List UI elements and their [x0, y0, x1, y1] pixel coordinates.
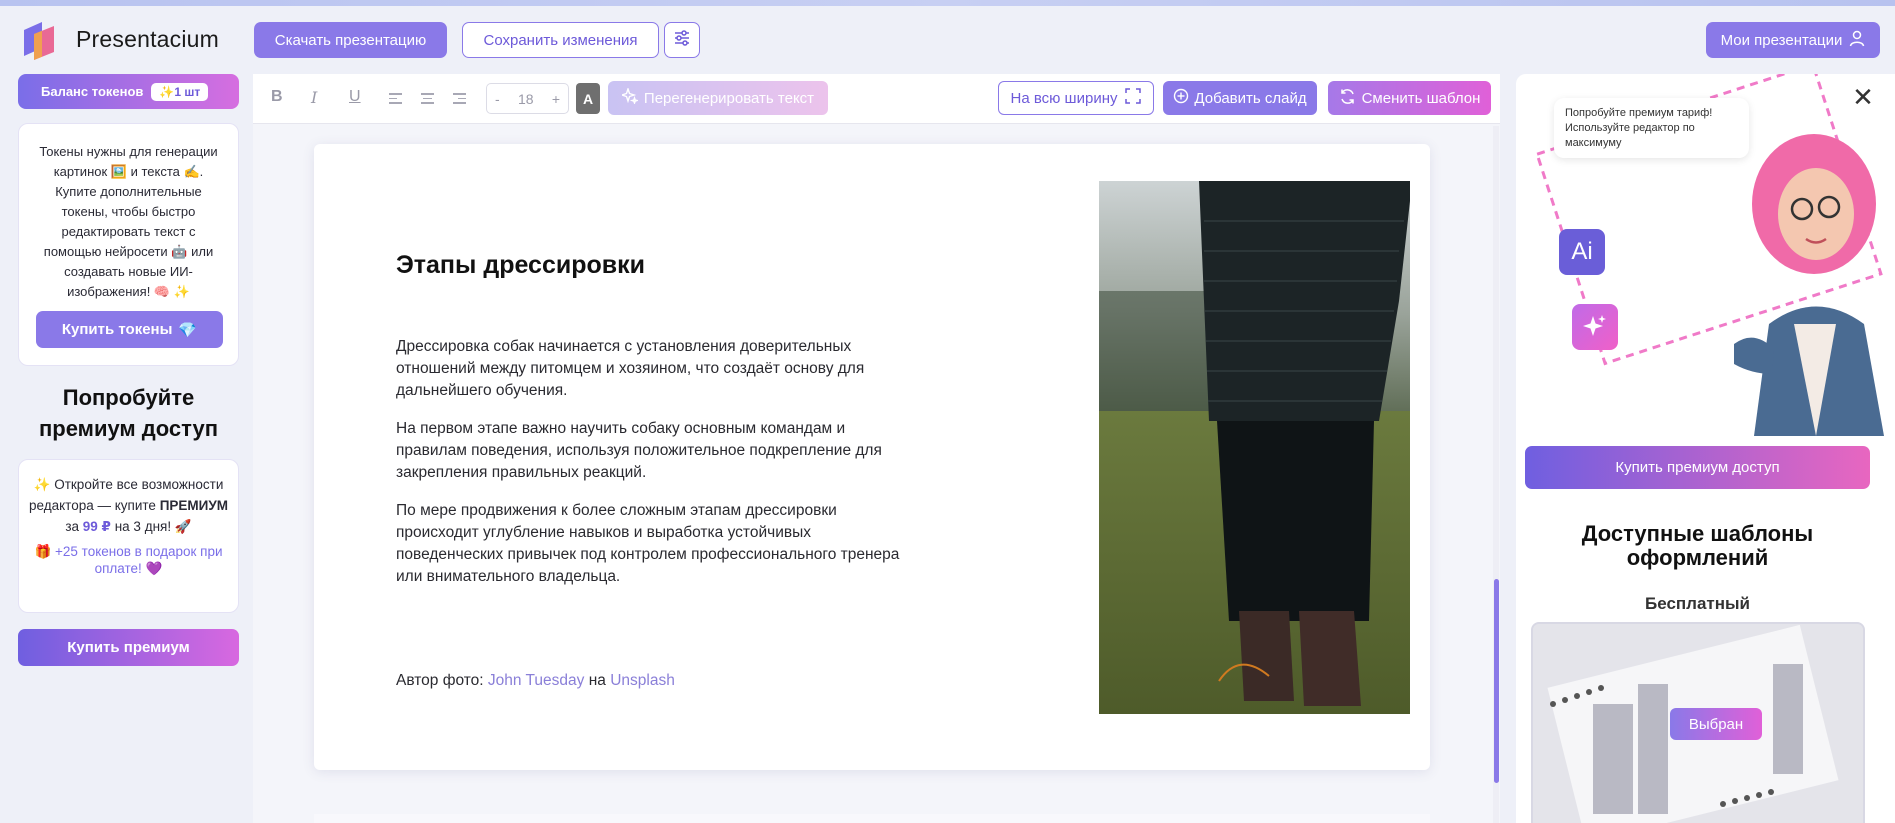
editor-toolbar: B I U - 18 + A Перегенерировать текст На… — [253, 74, 1500, 124]
sliders-icon — [673, 29, 691, 51]
token-balance-bar: Баланс токенов ✨1 шт — [18, 74, 239, 109]
premium-promo-banner: Попробуйте премиум тариф! Используйте ре… — [1524, 74, 1895, 436]
underline-button[interactable]: U — [349, 88, 361, 106]
buy-tokens-label: Купить токены — [61, 321, 173, 338]
slide-paragraph[interactable]: Дрессировка собак начинается с установле… — [396, 336, 901, 402]
settings-sliders-button[interactable] — [664, 22, 700, 58]
photo-credit: Автор фото: John Tuesday на Unsplash — [396, 672, 675, 689]
font-size-stepper[interactable]: - 18 + — [486, 83, 569, 114]
download-presentation-button[interactable]: Скачать презентацию — [254, 22, 447, 58]
refresh-icon — [1339, 88, 1356, 109]
close-icon[interactable]: ✕ — [1851, 84, 1875, 110]
italic-button[interactable]: I — [311, 88, 317, 107]
slide-title[interactable]: Этапы дрессировки — [396, 251, 645, 280]
template-selected-badge[interactable]: Выбран — [1670, 708, 1762, 740]
diamond-icon: 💎 — [178, 321, 198, 339]
token-info-text: Токены нужны для генерации картинок 🖼️ и… — [39, 144, 218, 299]
editor-area: B I U - 18 + A Перегенерировать текст На… — [253, 74, 1500, 823]
photo-source-link[interactable]: Unsplash — [610, 672, 675, 689]
font-size-decrease[interactable]: - — [495, 91, 500, 107]
save-changes-button[interactable]: Сохранить изменения — [462, 22, 659, 58]
ai-badge-icon: Ai — [1559, 229, 1605, 275]
buy-tokens-button[interactable]: Купить токены 💎 — [36, 311, 223, 348]
token-info-card: Токены нужны для генерации картинок 🖼️ и… — [18, 123, 239, 366]
premium-info-card: ✨ Откройте все возможности редактора — к… — [18, 459, 239, 613]
slide-canvas[interactable]: Этапы дрессировки Дрессировка собак начи… — [314, 144, 1430, 770]
align-left-icon[interactable] — [389, 93, 402, 107]
align-center-icon[interactable] — [421, 93, 434, 107]
premium-info-text: ✨ Откройте все возможности редактора — к… — [29, 477, 228, 534]
editor-scrollbar-thumb[interactable] — [1494, 579, 1499, 783]
font-size-increase[interactable]: + — [552, 91, 560, 107]
rocket-icon: 🚀 — [174, 519, 192, 534]
regenerate-text-button[interactable]: Перегенерировать текст — [608, 81, 828, 115]
add-slide-button[interactable]: Добавить слайд — [1163, 81, 1317, 115]
premium-title: Попробуйте премиум доступ — [39, 385, 218, 441]
photo-author-link[interactable]: John Tuesday — [488, 672, 585, 689]
sparkle-badge-icon — [1572, 304, 1618, 350]
slide-photo[interactable] — [1099, 181, 1410, 714]
align-right-icon[interactable] — [453, 93, 466, 107]
slide-paragraph[interactable]: По мере продвижения к более сложным этап… — [396, 500, 901, 588]
font-size-value[interactable]: 18 — [518, 91, 534, 107]
regenerate-text-label: Перегенерировать текст — [643, 89, 815, 107]
my-presentations-label: Мои презентации — [1720, 31, 1843, 49]
plus-circle-icon — [1173, 88, 1189, 108]
app-header: Presentacium Скачать презентацию Сохрани… — [0, 6, 1895, 74]
right-panel: Попробуйте премиум тариф! Используйте ре… — [1516, 74, 1895, 823]
slide-paragraph[interactable]: На первом этапе важно научить собаку осн… — [396, 418, 901, 484]
text-color-button[interactable]: A — [576, 83, 600, 114]
my-presentations-button[interactable]: Мои презентации — [1706, 22, 1880, 58]
brand-name[interactable]: Presentacium — [76, 26, 219, 53]
premium-gift-text: 🎁 +25 токенов в подарок при оплате! 💜 — [34, 544, 223, 576]
add-slide-label: Добавить слайд — [1194, 89, 1307, 107]
buy-premium-button[interactable]: Купить премиум — [18, 629, 239, 666]
next-slide-edge — [314, 814, 1430, 823]
promo-speech-bubble: Попробуйте премиум тариф! Используйте ре… — [1554, 98, 1749, 158]
change-template-button[interactable]: Сменить шаблон — [1328, 81, 1491, 115]
templates-title: Доступные шаблоны оформлений — [1581, 521, 1814, 570]
slide-body[interactable]: Дрессировка собак начинается с установле… — [396, 336, 901, 604]
token-balance-label: Баланс токенов — [41, 84, 144, 99]
expand-icon — [1125, 88, 1142, 108]
full-width-button[interactable]: На всю ширину — [998, 81, 1154, 115]
user-icon — [1849, 30, 1865, 51]
heart-icon: 💜 — [145, 561, 163, 576]
gift-icon: 🎁 — [34, 544, 52, 559]
token-balance-value: ✨1 шт — [151, 82, 209, 101]
premium-price: 99 ₽ — [82, 519, 111, 534]
buy-premium-access-button[interactable]: Купить премиум доступ — [1525, 446, 1870, 489]
bold-button[interactable]: B — [271, 88, 283, 106]
sparkles-icon: ✨ — [33, 477, 51, 492]
logo-icon[interactable] — [20, 18, 64, 60]
full-width-label: На всю ширину — [1010, 89, 1118, 107]
templates-free-label: Бесплатный — [1645, 594, 1750, 613]
change-template-label: Сменить шаблон — [1361, 89, 1481, 107]
sparkle-icon — [619, 86, 640, 108]
template-card[interactable]: Выбран — [1531, 622, 1865, 823]
